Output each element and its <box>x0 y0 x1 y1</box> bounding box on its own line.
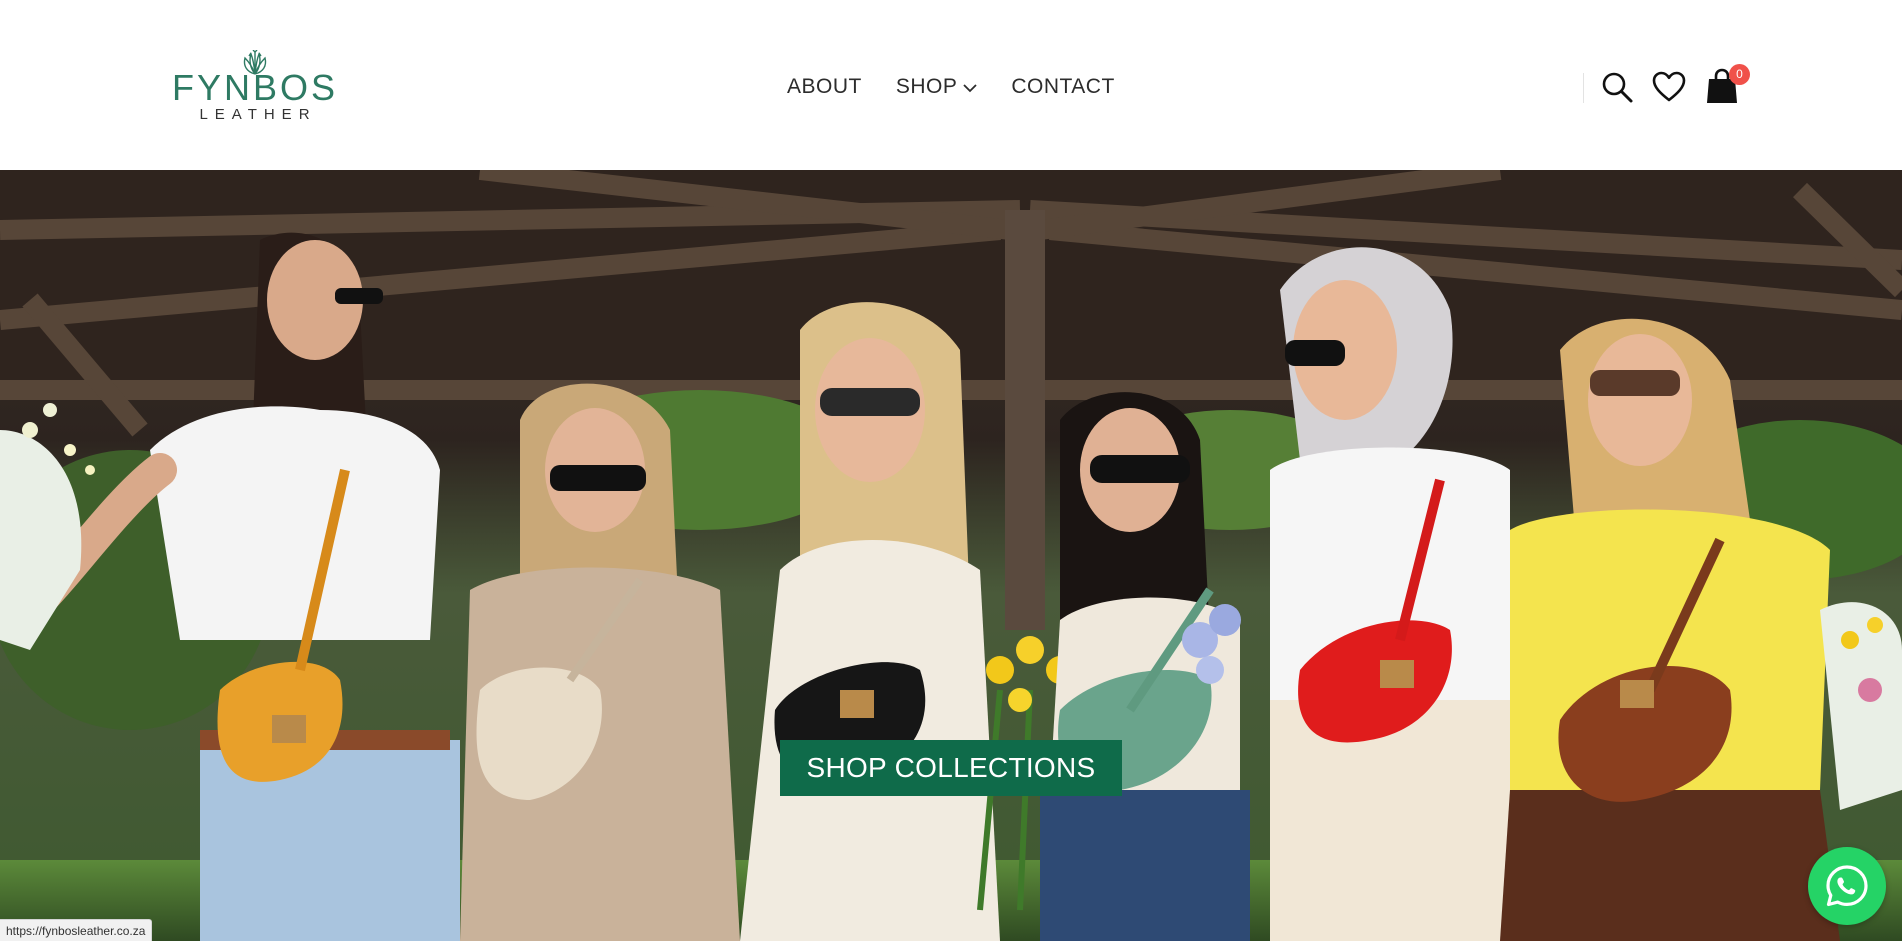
nav-about-label: ABOUT <box>787 75 862 99</box>
brand-subtitle: LEATHER <box>172 107 338 123</box>
header-divider <box>1583 73 1584 103</box>
nav-contact-label: CONTACT <box>1011 75 1114 99</box>
nav-shop-label: SHOP <box>896 75 958 99</box>
search-icon[interactable] <box>1600 70 1634 104</box>
shop-collections-button[interactable]: SHOP COLLECTIONS <box>780 740 1122 796</box>
wishlist-heart-icon[interactable] <box>1652 70 1686 104</box>
nav-shop[interactable]: SHOP <box>896 75 978 99</box>
nav-about[interactable]: ABOUT <box>787 75 862 99</box>
main-navigation: ABOUT SHOP CONTACT <box>787 74 1115 100</box>
cart-count-badge: 0 <box>1729 64 1750 85</box>
site-header: FYNBOS LEATHER ABOUT SHOP CONTACT <box>0 0 1902 170</box>
status-bar-url: https://fynbosleather.co.za <box>0 919 152 941</box>
brand-logo[interactable]: FYNBOS LEATHER <box>172 50 338 130</box>
hero-photo-women-with-bags <box>0 170 1902 941</box>
brand-name: FYNBOS <box>172 70 338 106</box>
whatsapp-icon <box>1825 864 1869 908</box>
chevron-down-icon <box>963 75 977 99</box>
nav-contact[interactable]: CONTACT <box>1011 75 1114 99</box>
whatsapp-chat-button[interactable] <box>1808 847 1886 925</box>
hero-banner: SHOP COLLECTIONS <box>0 170 1902 941</box>
